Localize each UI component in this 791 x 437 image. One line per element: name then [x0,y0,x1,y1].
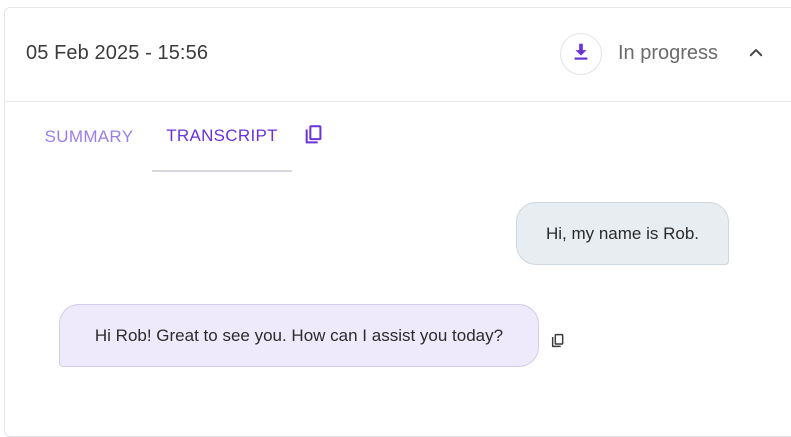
collapse-button[interactable] [743,42,769,68]
chevron-up-icon [747,44,765,67]
user-message-text: Hi, my name is Rob. [545,223,700,243]
assistant-message-bubble: Hi Rob! Great to see you. How can I assi… [59,304,539,367]
card-header[interactable]: 05 Feb 2025 - 15:56 In progress [5,8,791,102]
tab-transcript[interactable]: TRANSCRIPT [152,102,292,172]
tab-bar: SUMMARY TRANSCRIPT [5,102,791,172]
tab-summary[interactable]: SUMMARY [26,102,152,172]
user-message-bubble: Hi, my name is Rob. [516,202,729,265]
download-button[interactable] [560,33,602,75]
download-icon [570,41,592,68]
copy-message-button[interactable] [548,333,568,353]
copy-transcript-button[interactable] [301,124,327,150]
assistant-message-text: Hi Rob! Great to see you. How can I assi… [94,325,504,345]
conversation-timestamp: 05 Feb 2025 - 15:56 [26,42,209,64]
status-label: In progress [618,42,719,64]
copy-icon [550,333,566,354]
copy-icon [303,124,325,151]
